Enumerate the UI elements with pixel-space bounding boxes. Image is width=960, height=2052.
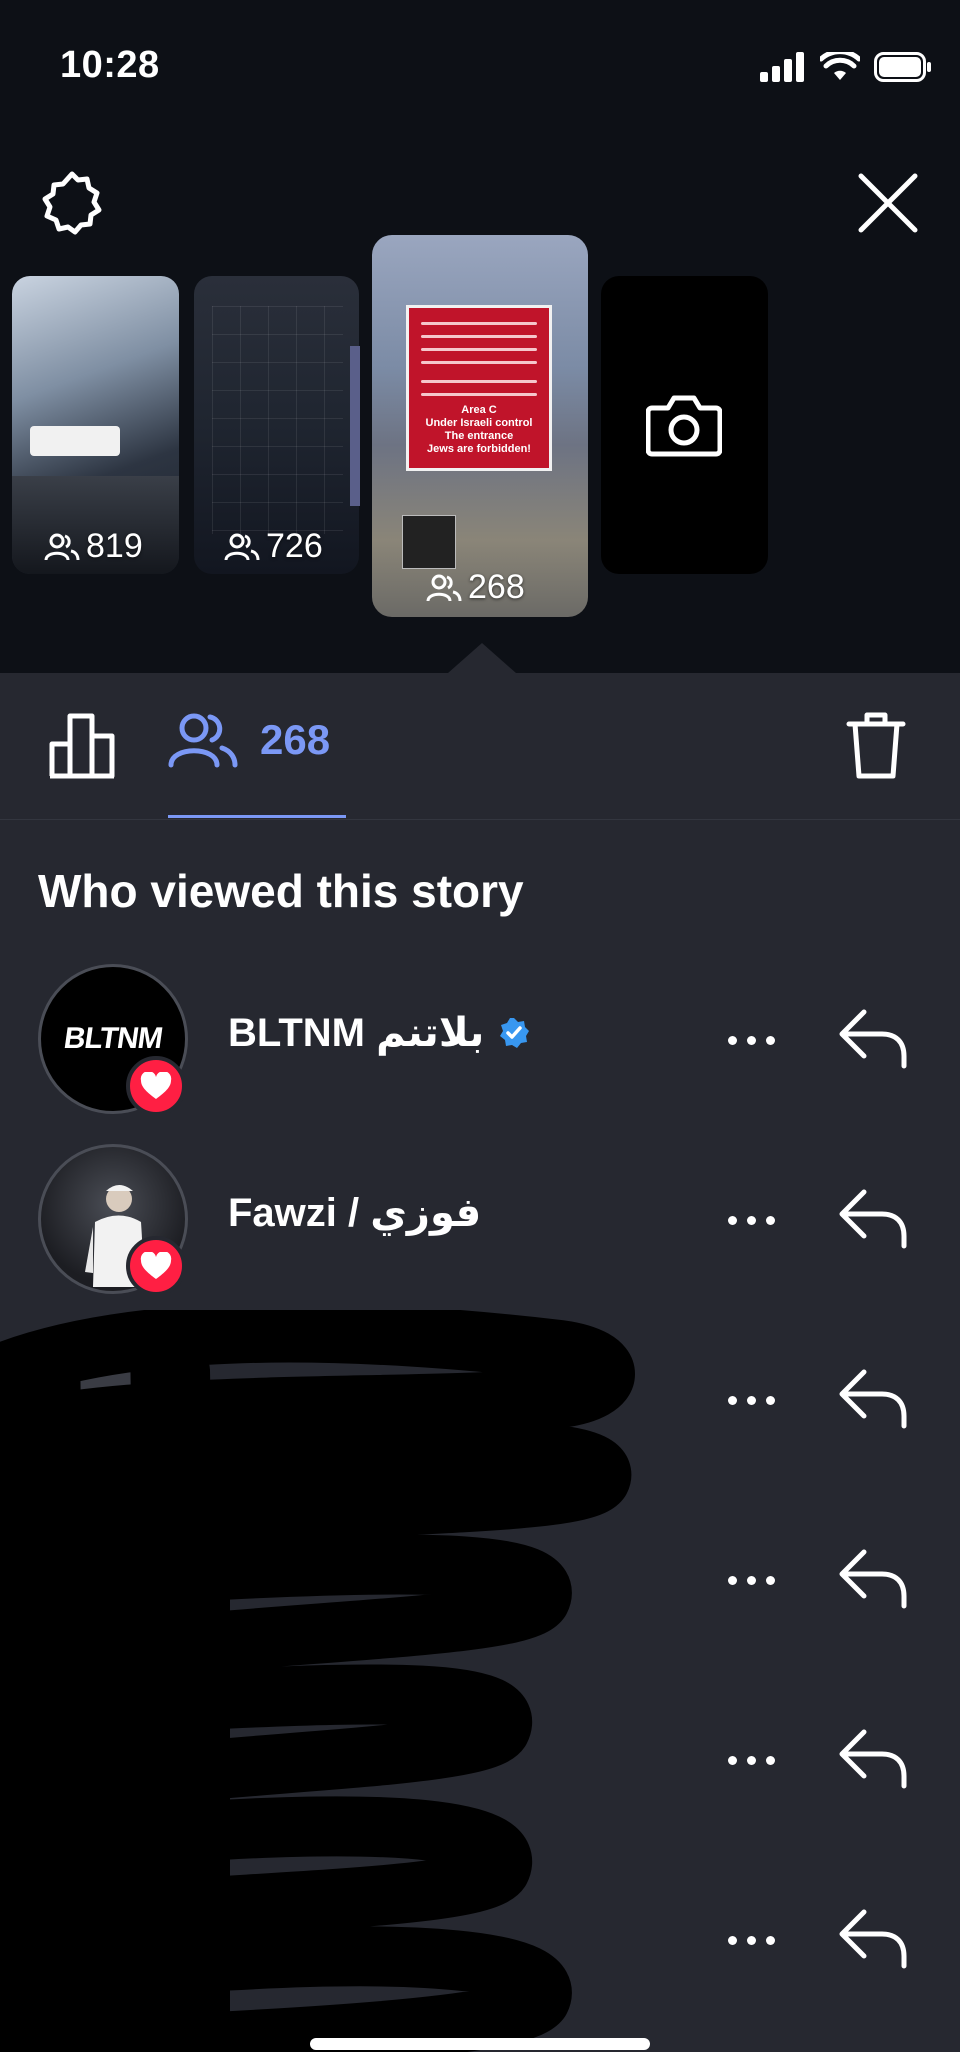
sign-line-4: Jews are forbidden! xyxy=(427,443,531,455)
reply-button[interactable] xyxy=(836,1186,910,1255)
insights-tabs xyxy=(0,673,960,820)
section-title: Who viewed this story xyxy=(38,865,524,917)
verified-badge-icon xyxy=(500,1018,530,1048)
poll-sticker xyxy=(30,426,120,456)
story-2-viewers: 726 xyxy=(224,527,323,566)
active-tab-indicator xyxy=(168,815,346,818)
story-thumbnail-3-selected[interactable]: Area C Under Israeli control The entranc… xyxy=(372,235,588,617)
story-edge xyxy=(350,346,360,506)
heart-icon xyxy=(140,1252,172,1279)
reply-button[interactable] xyxy=(836,1366,910,1435)
reply-icon xyxy=(839,1189,907,1249)
reply-icon xyxy=(839,1369,907,1429)
tab-insights[interactable] xyxy=(48,710,118,785)
more-options-button[interactable] xyxy=(728,1756,775,1765)
story-3-viewer-count: 268 xyxy=(468,568,525,606)
reply-icon xyxy=(839,1909,907,1969)
sign-image: Area C Under Israeli control The entranc… xyxy=(406,305,552,471)
more-options-button[interactable] xyxy=(728,1936,775,1945)
trash-icon xyxy=(846,712,906,779)
more-options-button[interactable] xyxy=(728,1576,775,1585)
selection-caret xyxy=(448,643,516,673)
viewer-row[interactable]: BLTNM BLTNM بلاتنم xyxy=(0,960,960,1118)
reply-button[interactable] xyxy=(836,1906,910,1975)
reply-button[interactable] xyxy=(836,1006,910,1075)
close-icon xyxy=(858,173,918,233)
settings-button[interactable] xyxy=(34,165,110,241)
reply-icon xyxy=(839,1729,907,1789)
viewers-count: 268 xyxy=(260,716,331,763)
more-options-button[interactable] xyxy=(728,1216,775,1225)
delete-story-button[interactable] xyxy=(846,710,906,785)
new-story-camera-button[interactable] xyxy=(601,276,768,574)
bar-chart-icon xyxy=(49,713,115,779)
more-options-button[interactable] xyxy=(728,1396,775,1405)
screenshot-content xyxy=(212,306,343,534)
sign-line-2: Under Israeli control xyxy=(425,417,533,429)
people-icon xyxy=(426,574,462,601)
home-indicator xyxy=(310,2038,650,2050)
reply-button[interactable] xyxy=(836,1546,910,1615)
more-options-button[interactable] xyxy=(728,1036,775,1045)
people-icon xyxy=(224,533,260,560)
story-1-viewer-count: 819 xyxy=(86,527,143,565)
avatar-logo: BLTNM xyxy=(61,1022,165,1055)
story-2-viewer-count: 726 xyxy=(266,527,323,565)
gear-icon xyxy=(42,171,102,235)
reply-icon xyxy=(839,1549,907,1609)
reply-button[interactable] xyxy=(836,1726,910,1795)
viewer-username: Fawzi / فوزي xyxy=(228,1191,482,1235)
reply-icon xyxy=(839,1009,907,1069)
viewer-username: BLTNM بلاتنم xyxy=(228,1011,485,1055)
redaction-scribble xyxy=(0,1310,635,2052)
people-icon xyxy=(44,533,80,560)
tab-viewers[interactable]: 268 xyxy=(168,712,330,768)
liked-badge xyxy=(126,1236,186,1296)
close-button[interactable] xyxy=(850,165,926,241)
status-time: 10:28 xyxy=(60,44,160,86)
liked-badge xyxy=(126,1056,186,1116)
mini-screenshot xyxy=(402,515,456,569)
camera-icon xyxy=(646,395,722,457)
viewer-name[interactable]: BLTNM بلاتنم xyxy=(228,1010,530,1056)
sign-line-3: The entrance xyxy=(444,430,514,442)
story-3-viewers: 268 xyxy=(426,568,525,607)
heart-icon xyxy=(140,1072,172,1099)
viewer-row[interactable]: Fawzi / فوزي xyxy=(0,1140,960,1298)
wifi-icon xyxy=(820,52,860,80)
signal-icon xyxy=(760,52,804,82)
story-1-viewers: 819 xyxy=(44,527,143,566)
people-icon xyxy=(168,713,238,768)
viewer-name[interactable]: Fawzi / فوزي xyxy=(228,1190,481,1236)
battery-icon xyxy=(874,52,931,82)
sign-line-1: Area C xyxy=(461,404,497,416)
status-icons xyxy=(760,52,932,82)
